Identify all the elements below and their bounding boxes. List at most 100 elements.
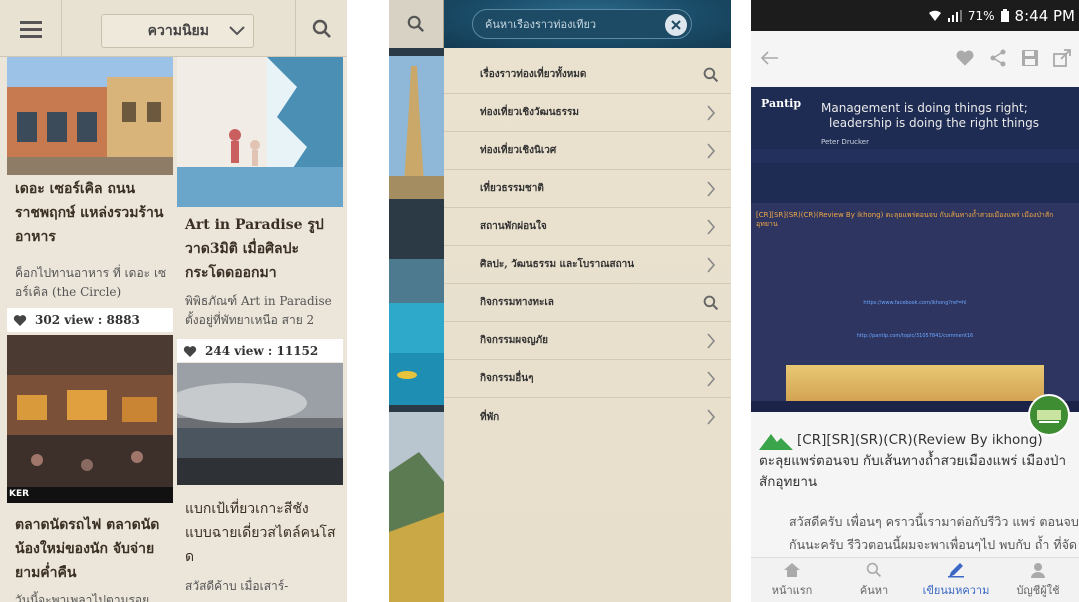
- article-card[interactable]: Art in Paradise รูปวาด3มิติ เมื่อศิลปะกร…: [177, 57, 343, 362]
- menu-item-label: กิจกรรมทางทะเล: [480, 297, 554, 308]
- search-button[interactable]: [295, 0, 347, 57]
- article-stats-text: 244 view : 11152: [205, 344, 319, 358]
- clear-search-button[interactable]: [665, 14, 687, 36]
- hamburger-menu-button[interactable]: [0, 0, 62, 57]
- background-thumbnail: [389, 56, 444, 199]
- preview-link-2[interactable]: http://pantip.com/topic/31057841/comment…: [751, 333, 1079, 339]
- menu-item-other-activities[interactable]: กิจกรรมอื่นๆ: [444, 360, 731, 398]
- background-feed: [389, 0, 444, 602]
- clock: 8:44 PM: [1014, 6, 1075, 25]
- menu-item-arts-culture[interactable]: ศิลปะ, วัฒนธรรม และโบราณสถาน: [444, 246, 731, 284]
- signal-icon: [947, 9, 962, 22]
- category-drawer-screen: เรื่องราวท่องเที่ยวทั้งหมด ท่องเที่ยวเชิ…: [389, 0, 731, 602]
- article-description: วันนี้จะพาเพลาไปตามรอยทาง: [15, 593, 150, 602]
- article-stats: 244 view : 11152: [177, 339, 343, 362]
- menu-item-marine-activities[interactable]: กิจกรรมทางทะเล: [444, 284, 731, 322]
- article-card[interactable]: KER ตลาดนัดรถไฟ ตลาดนัดน้องใหม่ของนัก จั…: [7, 335, 173, 602]
- post-excerpt-line-2: กันนะครับ รีวิวตอนนี้ผมจะพาเพื่อนๆไป พบก…: [789, 537, 1078, 552]
- menu-item-adventure[interactable]: กิจกรรมผจญภัย: [444, 322, 731, 360]
- favorite-button[interactable]: [952, 45, 978, 71]
- story-search-field[interactable]: [472, 9, 692, 39]
- chevron-right-icon: [707, 257, 716, 273]
- share-button[interactable]: [985, 45, 1011, 71]
- bottom-navigation: หน้าแรก ค้นหา เขียนมหความ บัญชีผู้ใช้: [751, 557, 1079, 602]
- arrow-left-icon: [761, 51, 778, 65]
- article-description: พิพิธภัณฑ์ Art in Paradise ตั้งอยู่ที่พั…: [185, 294, 332, 327]
- article-image: [7, 57, 173, 175]
- article-card[interactable]: แบกเป้เที่ยวเกาะสีชัง แบบฉายเดี่ยวสไตล์ค…: [177, 363, 343, 602]
- web-preview[interactable]: Pantip Management is doing things right;…: [751, 87, 1079, 412]
- sort-dropdown[interactable]: ความนิยม: [101, 14, 254, 48]
- article-title: Art in Paradise รูปวาด3มิติ เมื่อศิลปะกร…: [185, 217, 324, 281]
- menu-item-label: ที่พัก: [480, 411, 500, 423]
- article-toolbar: [751, 31, 1079, 87]
- background-search-button[interactable]: [389, 0, 444, 48]
- chevron-right-icon: [707, 409, 716, 425]
- status-bar: 71% 8:44 PM: [751, 0, 1079, 31]
- search-icon: [703, 67, 719, 83]
- menu-item-relaxation[interactable]: สถานพักผ่อนใจ: [444, 208, 731, 246]
- article-image: [7, 335, 173, 503]
- chevron-right-icon: [707, 181, 716, 197]
- article-image: [177, 57, 343, 207]
- close-icon: [671, 20, 681, 30]
- chevron-right-icon: [707, 105, 716, 121]
- menu-item-label: เที่ยวธรรมชาติ: [480, 183, 544, 194]
- nav-write[interactable]: เขียนมหความ: [915, 558, 997, 602]
- battery-icon: [1000, 9, 1009, 22]
- chevron-right-icon: [707, 143, 716, 159]
- share-icon: [990, 49, 1006, 67]
- nav-search[interactable]: ค้นหา: [833, 558, 915, 602]
- nav-write-label: เขียนมหความ: [922, 583, 990, 597]
- menu-item-label: ศิลปะ, วัฒนธรรม และโบราณสถาน: [480, 259, 635, 270]
- quote-line-2: leadership is doing the right things: [829, 116, 1039, 130]
- chevron-right-icon: [707, 371, 716, 387]
- hamburger-icon: [19, 20, 42, 38]
- pen-icon: [948, 562, 964, 577]
- leaf-logo-icon: [1037, 410, 1061, 423]
- menu-item-label: ท่องเที่ยวเชิงวัฒนธรรม: [480, 107, 579, 118]
- image-overlay-text: KER: [9, 489, 30, 499]
- menu-item-cultural-travel[interactable]: ท่องเที่ยวเชิงวัฒนธรรม: [444, 94, 731, 132]
- menu-item-all-stories[interactable]: เรื่องราวท่องเที่ยวทั้งหมด: [444, 56, 731, 94]
- save-button[interactable]: [1017, 45, 1043, 71]
- preview-post-title: [CR][SR](SR)(CR)(Review By ikhong) ตะลุย…: [756, 211, 1054, 228]
- background-thumbnail: [389, 412, 444, 602]
- nav-account[interactable]: บัญชีผู้ใช้: [997, 558, 1079, 602]
- article-card[interactable]: เดอะ เซอร์เคิล ถนนราชพฤกษ์ แหล่งรวมร้านอ…: [7, 57, 173, 332]
- heart-icon[interactable]: [183, 345, 197, 358]
- category-drawer: เรื่องราวท่องเที่ยวทั้งหมด ท่องเที่ยวเชิ…: [444, 0, 731, 602]
- post-title-text: [CR][SR](SR)(CR)(Review By ikhong) ตะลุย…: [759, 432, 1067, 490]
- back-button[interactable]: [757, 45, 783, 71]
- background-thumbnail: [389, 199, 444, 303]
- search-icon: [407, 15, 425, 33]
- top-bar: ความนิยม: [0, 0, 347, 57]
- sort-dropdown-label: ความนิยม: [147, 23, 209, 39]
- article-title: แบกเป้เที่ยวเกาะสีชัง แบบฉายเดี่ยวสไตล์ค…: [185, 501, 336, 565]
- chevron-down-icon: [229, 26, 245, 36]
- nav-home[interactable]: หน้าแรก: [751, 558, 833, 602]
- preview-link-1[interactable]: https://www.facebook.com/ikhong?ref=hl: [751, 300, 1079, 306]
- menu-item-accommodation[interactable]: ที่พัก: [444, 398, 731, 436]
- menu-item-eco-travel[interactable]: ท่องเที่ยวเชิงนิเวศ: [444, 132, 731, 170]
- nav-search-label: ค้นหา: [859, 583, 889, 597]
- story-search-input[interactable]: [485, 17, 655, 31]
- heart-icon[interactable]: [13, 314, 27, 327]
- menu-item-nature-travel[interactable]: เที่ยวธรรมชาติ: [444, 170, 731, 208]
- menu-item-label: เรื่องราวท่องเที่ยวทั้งหมด: [480, 69, 587, 80]
- search-icon: [312, 19, 331, 38]
- chevron-right-icon: [707, 219, 716, 235]
- menu-item-label: สถานพักผ่อนใจ: [480, 221, 547, 232]
- open-external-button[interactable]: [1049, 45, 1075, 71]
- home-icon: [784, 562, 800, 577]
- article-stats: 302 view : 8883: [7, 308, 173, 332]
- pantip-tag-icon: [759, 434, 793, 450]
- background-thumbnail: [389, 303, 444, 405]
- article-image: [177, 363, 343, 485]
- menu-item-label: กิจกรรมอื่นๆ: [480, 373, 534, 384]
- menu-item-label: กิจกรรมผจญภัย: [480, 335, 548, 346]
- search-icon: [703, 295, 719, 311]
- post-excerpt-line-1: สวัสดีครับ เพื่อนๆ คราวนี้เรามาต่อกับรีว…: [789, 514, 1079, 529]
- quote-line-1: Management is doing things right;: [821, 101, 1028, 115]
- article-description: ค็อกไปทานอาหาร ที่ เดอะ เซอร์เคิล (the C…: [15, 266, 167, 299]
